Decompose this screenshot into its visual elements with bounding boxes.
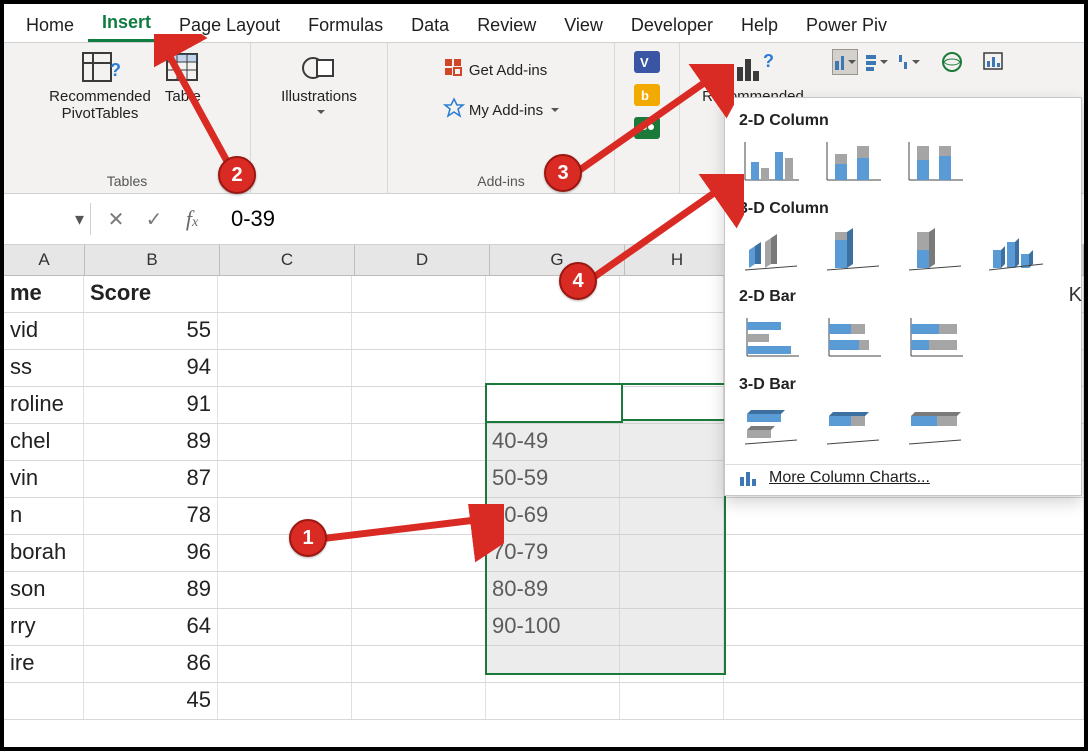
bin-cell[interactable]: 40-49 [486,424,620,460]
insert-win-loss-button[interactable] [896,49,922,75]
stacked-column-thumb[interactable] [821,136,885,186]
column-chart-icon [739,469,759,487]
pivottable-icon: ? [78,49,122,87]
recommended-pivottables-label: Recommended PivotTables [49,89,151,122]
insert-bar-chart-button[interactable] [864,49,890,75]
insert-map-button[interactable] [938,49,964,75]
tab-review[interactable]: Review [463,9,550,42]
bin-cell[interactable]: 80-89 [486,572,620,608]
my-addins-button[interactable]: My Add-ins [441,95,561,125]
shapes-icon [297,49,341,87]
tab-help[interactable]: Help [727,9,792,42]
3d-100pct-stacked-bar-thumb[interactable] [903,400,967,450]
3d-column-thumb[interactable] [985,224,1049,274]
3d-clustered-column-thumb[interactable] [739,224,803,274]
col-header-k-partial: K [1069,284,1082,307]
annotation-badge-4: 4 [559,262,597,300]
stacked-bar-thumb[interactable] [821,312,885,362]
table-label: Table [165,89,201,106]
table-button[interactable]: Table [159,47,207,108]
tab-page-layout[interactable]: Page Layout [165,9,294,42]
gallery-heading-3d-column: 3-D Column [739,200,1067,218]
get-addins-button[interactable]: Get Add-ins [441,55,549,85]
annotation-badge-2: 2 [218,156,256,194]
col-header-b[interactable]: B [85,245,220,275]
gallery-heading-2d-bar: 2-D Bar [739,288,1067,306]
cell-header-name[interactable]: me [4,276,84,312]
bin-cell[interactable]: 60-69 [486,498,620,534]
bin-cell[interactable]: 50-59 [486,461,620,497]
annotation-badge-1: 1 [289,519,327,557]
3d-100pct-stacked-column-thumb[interactable] [903,224,967,274]
insert-column-chart-button[interactable] [832,49,858,75]
cancel-formula-button[interactable]: ✕ [97,207,135,232]
col-header-d[interactable]: D [355,245,490,275]
illustrations-button[interactable]: Illustrations [279,47,359,118]
tab-insert[interactable]: Insert [88,6,165,42]
more-column-charts-link[interactable]: More Column Charts... [739,469,1067,487]
bin-cell[interactable]: 90-100 [486,609,620,645]
table-icon [161,49,205,87]
svg-text:?: ? [763,51,774,71]
column-chart-gallery-popup: 2-D Column 3-D Column 2-D Bar 3-D Bar [724,97,1082,496]
accept-formula-button[interactable]: ✓ [135,207,173,232]
ribbon-tabs: Home Insert Page Layout Formulas Data Re… [4,4,1084,43]
illustrations-label: Illustrations [281,89,357,106]
recommended-pivottables-button[interactable]: ? Recommended PivotTables [47,47,153,124]
tab-developer[interactable]: Developer [617,9,727,42]
bing-addin-icon[interactable]: b [634,84,660,111]
people-addin-icon[interactable] [634,117,660,144]
cell-header-score[interactable]: Score [84,276,218,312]
bin-cell[interactable]: 0-39 [486,387,620,423]
group-label-tables: Tables [107,173,147,191]
col-header-a[interactable]: A [4,245,85,275]
clustered-column-thumb[interactable] [739,136,803,186]
tab-data[interactable]: Data [397,9,463,42]
clustered-bar-thumb[interactable] [739,312,803,362]
100pct-stacked-bar-thumb[interactable] [903,312,967,362]
tab-home[interactable]: Home [12,9,88,42]
annotation-badge-3: 3 [544,154,582,192]
100pct-stacked-column-thumb[interactable] [903,136,967,186]
col-header-c[interactable]: C [220,245,355,275]
name-box[interactable]: ▾ [4,209,84,230]
col-header-g[interactable]: G [490,245,625,275]
svg-text:b: b [641,88,649,103]
bin-cell[interactable]: 70-79 [486,535,620,571]
group-label-addins: Add-ins [477,173,524,191]
gallery-heading-3d-bar: 3-D Bar [739,376,1067,394]
recommended-charts-icon: ? [731,49,775,87]
gallery-heading-2d-column: 2-D Column [739,112,1067,130]
3d-clustered-bar-thumb[interactable] [739,400,803,450]
3d-stacked-column-thumb[interactable] [821,224,885,274]
tab-power-pivot[interactable]: Power Piv [792,9,901,42]
3d-stacked-bar-thumb[interactable] [821,400,885,450]
insert-pivotchart-button[interactable] [980,49,1006,75]
svg-text:V: V [640,55,649,70]
store-icon [443,57,465,83]
visio-addin-icon[interactable]: V [634,51,660,78]
tab-formulas[interactable]: Formulas [294,9,397,42]
svg-text:?: ? [110,60,120,80]
insert-function-button[interactable]: fx [173,206,211,232]
tab-view[interactable]: View [550,9,617,42]
col-header-h[interactable]: H [625,245,730,275]
addin-icon [443,97,465,123]
